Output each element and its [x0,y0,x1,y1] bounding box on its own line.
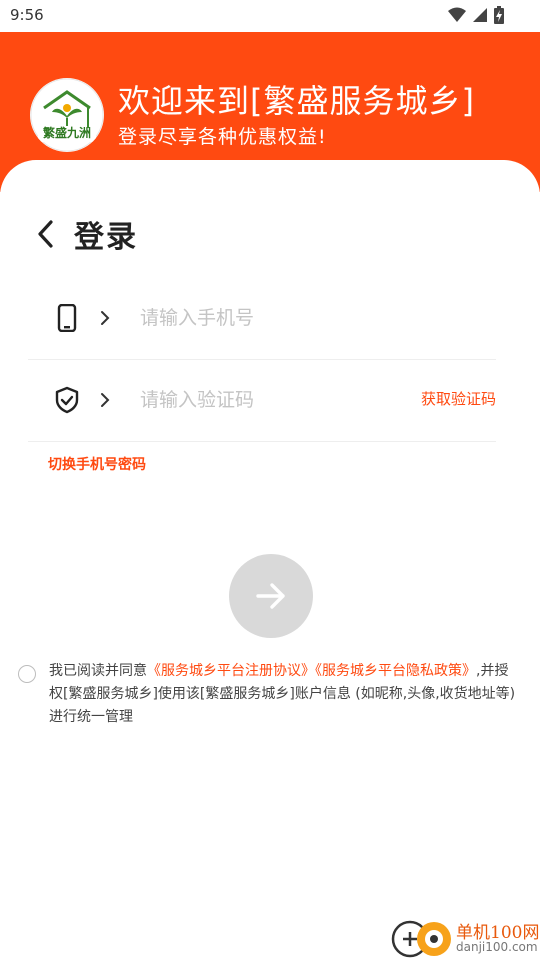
phone-field-row [28,278,496,360]
chevron-left-icon [38,220,53,248]
arrow-right-icon [256,583,285,609]
registration-agreement-link[interactable]: 《服务城乡平台注册协议》 [147,663,315,679]
status-time: 9:56 [10,6,44,24]
agreement-prefix: 我已阅读并同意 [49,663,147,679]
chevron-right-icon [101,311,110,325]
shield-check-icon [55,386,79,414]
signal-icon [473,8,487,22]
phone-icon [57,304,77,332]
chevron-right-icon [101,393,110,407]
back-button[interactable] [36,214,64,254]
login-submit-button[interactable] [229,554,313,638]
phone-input[interactable] [140,298,400,338]
battery-icon [494,6,504,24]
privacy-policy-link[interactable]: 《服务城乡平台隐私政策》 [315,663,476,679]
welcome-subtitle: 登录尽享各种优惠权益! [118,126,327,148]
site-watermark: 单机100网 danji100.com [390,914,540,960]
logo-text: 繁盛九洲 [43,125,91,140]
agreement-text: 我已阅读并同意《服务城乡平台注册协议》《服务城乡平台隐私政策》,并授权[繁盛服务… [49,660,519,729]
welcome-title: 欢迎来到[繁盛服务城乡] [118,82,475,120]
watermark-url: danji100.com [456,940,538,954]
page-title: 登录 [74,220,138,255]
status-icons [448,6,504,24]
logo-icon: 繁盛九洲 [30,78,104,152]
code-field-row: 获取验证码 [28,360,496,442]
agreement-checkbox[interactable] [18,665,36,683]
switch-login-mode-link[interactable]: 切换手机号密码 [48,454,146,474]
code-input[interactable] [140,380,400,420]
app-logo: 繁盛九洲 [30,78,104,152]
watermark-logo-icon [391,920,451,958]
wifi-icon [448,7,466,22]
status-bar: 9:56 [0,0,540,32]
get-code-button[interactable]: 获取验证码 [421,388,496,409]
page-header: 登录 [36,212,138,256]
